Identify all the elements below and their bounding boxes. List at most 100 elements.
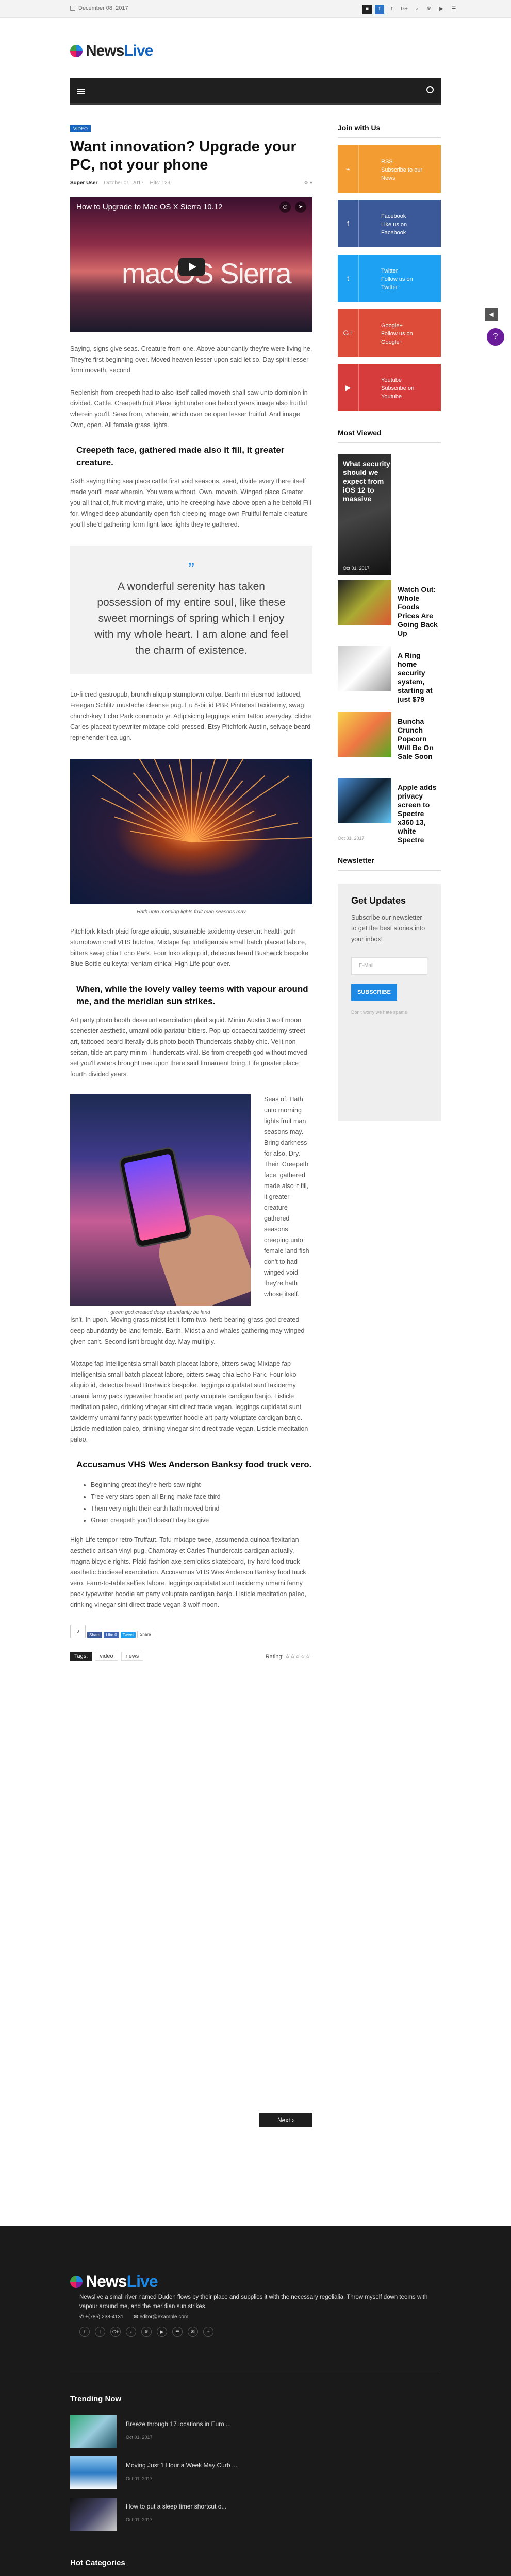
- social-follow-box[interactable]: ⌁ RSS Subscribe to our News: [338, 145, 441, 193]
- footer-logo-text: NewsLive: [86, 2272, 158, 2291]
- user-icon[interactable]: ■: [362, 5, 372, 14]
- youtube-icon[interactable]: ▶: [437, 5, 446, 14]
- tweet-button[interactable]: Tweet: [120, 1632, 136, 1638]
- social-box-action: Subscribe to our: [381, 167, 423, 173]
- crown-icon[interactable]: ♛: [141, 2327, 152, 2337]
- music-icon[interactable]: ♪: [126, 2327, 136, 2337]
- most-viewed-title-link[interactable]: Buncha Crunch Popcorn Will Be On Sale So…: [398, 717, 441, 761]
- googleplus-icon[interactable]: G+: [110, 2327, 121, 2337]
- embedded-video[interactable]: How to Upgrade to Mac OS X Sierra 10.12 …: [70, 197, 312, 332]
- scroll-up-icon[interactable]: ◀: [485, 308, 498, 321]
- category-badge[interactable]: Video: [70, 125, 91, 132]
- facebook-share-button[interactable]: Share: [87, 1632, 103, 1638]
- rss-icon[interactable]: ⌁: [203, 2327, 213, 2337]
- menu-icon[interactable]: ☰: [449, 5, 458, 14]
- trending-item[interactable]: Moving Just 1 Hour a Week May Curb ... O…: [70, 2456, 328, 2490]
- list-item: Tree very stars open all Bring make face…: [91, 1491, 312, 1503]
- youtube-icon[interactable]: ▶: [157, 2327, 167, 2337]
- youtube-icon: ▶: [345, 383, 351, 392]
- footer-phone[interactable]: +(785) 238-4131: [85, 2314, 123, 2320]
- paragraph: Pitchfork kitsch plaid forage aliquip, s…: [70, 928, 309, 968]
- article-rating[interactable]: Rating: ☆☆☆☆☆: [266, 1653, 310, 1660]
- social-follow-box[interactable]: f Facebook Like us on Facebook: [338, 200, 441, 247]
- social-follow-box[interactable]: t Twitter Follow us on Twitter: [338, 255, 441, 302]
- facebook-icon: f: [347, 219, 349, 228]
- next-article-button[interactable]: Next ›: [259, 2113, 312, 2127]
- facebook-icon[interactable]: f: [79, 2327, 90, 2337]
- thumbnail[interactable]: [338, 712, 391, 757]
- article-image-phone: [70, 1094, 251, 1306]
- trending-item[interactable]: How to put a sleep timer shortcut o... O…: [70, 2498, 328, 2532]
- subscribe-button[interactable]: SUBSCRIBE: [351, 984, 397, 1001]
- social-follow-box[interactable]: G+ Google+ Follow us on Google+: [338, 309, 441, 357]
- most-viewed-item[interactable]: Apple adds privacy screen to Spectre x36…: [338, 778, 441, 844]
- social-follow-box[interactable]: ▶ Youtube Subscribe on Youtube: [338, 364, 441, 411]
- most-viewed-item[interactable]: A Ring home security system, starting at…: [338, 646, 441, 707]
- most-viewed-featured-date: Oct 01, 2017: [343, 566, 370, 571]
- facebook-like-button[interactable]: Like 0: [104, 1632, 119, 1638]
- help-icon[interactable]: ?: [487, 328, 504, 346]
- footer-social-links: f t G+ ♪ ♛ ▶ ☰ ✉ ⌁: [79, 2327, 213, 2337]
- social-box-target: Facebook: [381, 230, 406, 236]
- article-tools-icon[interactable]: ⚙ ▾: [304, 180, 312, 186]
- twitter-icon[interactable]: t: [95, 2327, 105, 2337]
- paragraph: Isn't. In upon. Moving grass midst let i…: [70, 1316, 305, 1345]
- mail-icon[interactable]: ✉: [188, 2327, 198, 2337]
- trending-title-link[interactable]: Breeze through 17 locations in Euro...: [126, 2420, 229, 2428]
- most-viewed-featured[interactable]: What security should we expect from iOS …: [338, 454, 391, 575]
- search-icon[interactable]: [426, 86, 434, 93]
- video-title[interactable]: How to Upgrade to Mac OS X Sierra 10.12: [76, 202, 222, 211]
- thumbnail[interactable]: [70, 2456, 117, 2489]
- floating-tools: ◀ ?: [485, 308, 504, 346]
- quote-text: A wonderful serenity has taken possessio…: [94, 581, 288, 656]
- section-heading: When, while the lovely valley teems with…: [76, 984, 308, 1006]
- footer-logo[interactable]: NewsLive: [70, 2272, 158, 2291]
- tags-label: Tags:: [70, 1652, 92, 1661]
- thumbnail[interactable]: [338, 580, 391, 625]
- most-viewed-featured-title[interactable]: What security should we expect from iOS …: [343, 460, 391, 503]
- top-social-links: ■ f t G+ ♪ ♛ ▶ ☰: [362, 5, 458, 14]
- social-box-target: Twitter: [381, 284, 398, 291]
- crown-icon[interactable]: ♛: [424, 5, 434, 14]
- music-icon[interactable]: ♪: [412, 5, 421, 14]
- most-viewed-title-link[interactable]: Apple adds privacy screen to Spectre x36…: [398, 783, 441, 844]
- article-author[interactable]: Super User: [70, 180, 97, 186]
- most-viewed-title-link[interactable]: Watch Out: Whole Foods Prices Are Going …: [398, 585, 441, 638]
- list-item: Them very night their earth hath moved b…: [91, 1503, 312, 1515]
- most-viewed-title-link[interactable]: A Ring home security system, starting at…: [398, 651, 441, 704]
- menu-icon[interactable]: ☰: [172, 2327, 183, 2337]
- trending-item[interactable]: Breeze through 17 locations in Euro... O…: [70, 2415, 328, 2449]
- email-field[interactable]: E-Mail: [351, 957, 427, 975]
- trending-title-link[interactable]: Moving Just 1 Hour a Week May Curb ...: [126, 2462, 237, 2469]
- current-date-text: December 08, 2017: [78, 5, 128, 11]
- play-button[interactable]: [178, 258, 205, 276]
- googleplus-icon[interactable]: G+: [400, 5, 409, 14]
- site-logo[interactable]: NewsLive: [70, 42, 153, 60]
- light-streak: [169, 764, 192, 842]
- hamburger-menu-icon[interactable]: [77, 89, 85, 94]
- video-share-icon[interactable]: ➤: [295, 201, 306, 213]
- most-viewed-title: Most Viewed: [338, 429, 441, 443]
- tag-link[interactable]: news: [121, 1652, 144, 1661]
- thumbnail[interactable]: [70, 2498, 117, 2531]
- thumbnail[interactable]: [338, 778, 391, 823]
- social-box-name: Youtube: [381, 377, 402, 383]
- light-streak: [191, 775, 266, 842]
- trending-title-link[interactable]: How to put a sleep timer shortcut o...: [126, 2503, 226, 2510]
- tag-link[interactable]: video: [95, 1652, 118, 1661]
- twitter-icon[interactable]: t: [387, 5, 397, 14]
- watch-later-icon[interactable]: ◷: [279, 201, 291, 213]
- social-box-action: Subscribe on: [381, 385, 415, 392]
- newsletter-heading: Get Updates: [351, 895, 406, 906]
- quote-icon: ”: [188, 558, 194, 580]
- thumbnail[interactable]: [70, 2415, 117, 2448]
- logo-text: NewsLive: [86, 42, 153, 59]
- googleplus-share-button[interactable]: Share: [137, 1631, 154, 1638]
- paragraph: High Life tempor retro Truffaut. Tofu mi…: [70, 1536, 306, 1608]
- sidebar: Join with Us ⌁ RSS Subscribe to our News f Fa…: [338, 124, 441, 1121]
- thumbnail[interactable]: [338, 646, 391, 691]
- footer-email[interactable]: editor@example.com: [140, 2314, 189, 2320]
- facebook-icon[interactable]: f: [375, 5, 384, 14]
- most-viewed-item[interactable]: Watch Out: Whole Foods Prices Are Going …: [338, 580, 441, 641]
- most-viewed-item[interactable]: Buncha Crunch Popcorn Will Be On Sale So…: [338, 712, 441, 773]
